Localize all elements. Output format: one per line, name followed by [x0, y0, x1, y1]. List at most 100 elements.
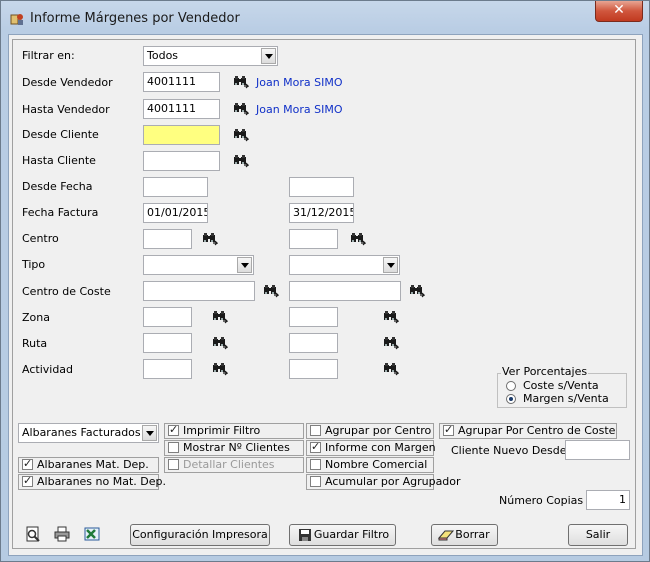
checkbox-icon[interactable]: [310, 440, 321, 454]
checkbox-icon[interactable]: [22, 457, 33, 471]
no-mat-dep-checkbox[interactable]: Albaranes no Mat. Dep.: [18, 474, 166, 490]
informe-margen-label: Informe con Margen: [325, 441, 436, 454]
centro-from-input[interactable]: [143, 229, 192, 249]
margen-venta-radio[interactable]: [506, 394, 516, 404]
acumular-checkbox[interactable]: Acumular por Agrupador: [306, 474, 461, 490]
print-preview-icon[interactable]: [24, 525, 42, 543]
hasta-cliente-input[interactable]: [143, 151, 220, 171]
binoculars-search-icon[interactable]: [212, 362, 228, 376]
desde-vendedor-input[interactable]: 4001111: [143, 72, 220, 92]
acumular-label: Acumular por Agrupador: [325, 475, 461, 488]
printer-icon[interactable]: [53, 525, 71, 543]
imprimir-filtro-checkbox[interactable]: Imprimir Filtro: [164, 423, 304, 439]
zona-to-input[interactable]: [289, 307, 338, 327]
checkbox-icon[interactable]: [443, 423, 454, 437]
cliente-nuevo-input[interactable]: [565, 440, 630, 460]
binoculars-search-icon[interactable]: [350, 232, 366, 246]
hasta-vendedor-input[interactable]: 4001111: [143, 99, 220, 119]
centro-to-input[interactable]: [289, 229, 338, 249]
configuracion-impresora-button[interactable]: Configuración Impresora: [130, 524, 270, 546]
desde-fecha-label: Desde Fecha: [22, 180, 93, 193]
coste-venta-radio[interactable]: [506, 381, 516, 391]
nombre-comercial-checkbox[interactable]: Nombre Comercial: [306, 457, 434, 473]
albaranes-select-value: Albaranes Facturados: [22, 426, 141, 439]
binoculars-search-icon[interactable]: [233, 128, 249, 142]
checkbox-icon[interactable]: [22, 474, 33, 488]
desde-fecha-from-input[interactable]: [143, 177, 208, 197]
mat-dep-checkbox[interactable]: Albaranes Mat. Dep.: [18, 457, 159, 473]
binoculars-search-icon[interactable]: [202, 232, 218, 246]
hasta-vendedor-name: Joan Mora SIMO: [256, 103, 343, 116]
tipo-from-select[interactable]: [143, 255, 254, 275]
checkbox-icon[interactable]: [310, 425, 321, 436]
chevron-down-icon[interactable]: [237, 257, 252, 273]
filter-value: Todos: [147, 49, 179, 62]
borrar-button[interactable]: Borrar: [431, 524, 498, 546]
copias-label: Número Copias: [499, 494, 584, 507]
desde-vendedor-name: Joan Mora SIMO: [256, 76, 343, 89]
ruta-to-input[interactable]: [289, 333, 338, 353]
report-window: Informe Márgenes por Vendedor ✕ Filtrar …: [0, 0, 650, 562]
hasta-cliente-label: Hasta Cliente: [22, 154, 96, 167]
chevron-down-icon[interactable]: [142, 425, 157, 441]
centro-label: Centro: [22, 232, 59, 245]
informe-margen-checkbox[interactable]: Informe con Margen: [306, 440, 436, 456]
fecha-factura-from-input[interactable]: 01/01/2015: [143, 203, 208, 223]
cliente-nuevo-label: Cliente Nuevo Desde: [451, 444, 567, 457]
mostrar-clientes-checkbox[interactable]: Mostrar Nº Clientes: [164, 440, 304, 456]
binoculars-search-icon[interactable]: [383, 336, 399, 350]
nombre-comercial-label: Nombre Comercial: [325, 458, 428, 471]
binoculars-search-icon[interactable]: [263, 284, 279, 298]
albaranes-select[interactable]: Albaranes Facturados: [18, 423, 159, 443]
desde-cliente-input[interactable]: [143, 125, 220, 145]
filter-select[interactable]: Todos: [143, 46, 278, 66]
binoculars-search-icon[interactable]: [233, 75, 249, 89]
zona-label: Zona: [22, 311, 50, 324]
excel-export-icon[interactable]: [83, 525, 101, 543]
binoculars-search-icon[interactable]: [383, 310, 399, 324]
guardar-filtro-label: Guardar Filtro: [313, 528, 390, 541]
checkbox-icon[interactable]: [168, 423, 179, 437]
desde-fecha-to-input[interactable]: [289, 177, 354, 197]
borrar-label: Borrar: [455, 528, 490, 541]
binoculars-search-icon[interactable]: [383, 362, 399, 376]
chevron-down-icon[interactable]: [383, 257, 398, 273]
guardar-filtro-button[interactable]: Guardar Filtro: [289, 524, 396, 546]
agrupar-coste-checkbox[interactable]: Agrupar Por Centro de Coste: [439, 423, 617, 439]
close-button[interactable]: ✕: [595, 1, 643, 22]
eraser-icon: [438, 530, 454, 541]
detallar-clientes-label: Detallar Clientes: [183, 458, 275, 471]
binoculars-search-icon[interactable]: [233, 154, 249, 168]
coste-venta-label: Coste s/Venta: [523, 379, 599, 392]
desde-vendedor-label: Desde Vendedor: [22, 76, 113, 89]
actividad-to-input[interactable]: [289, 359, 338, 379]
binoculars-search-icon[interactable]: [409, 284, 425, 298]
checkbox-icon[interactable]: [168, 459, 179, 470]
agrupar-centro-label: Agrupar por Centro: [325, 424, 432, 437]
copias-input[interactable]: 1: [586, 490, 630, 510]
fecha-factura-to-input[interactable]: 31/12/2015: [289, 203, 354, 223]
centro-coste-to-input[interactable]: [289, 281, 401, 301]
binoculars-search-icon[interactable]: [233, 102, 249, 116]
hasta-vendedor-label: Hasta Vendedor: [22, 103, 110, 116]
detallar-clientes-checkbox[interactable]: Detallar Clientes: [164, 457, 304, 473]
zona-from-input[interactable]: [143, 307, 192, 327]
salir-button[interactable]: Salir: [568, 524, 628, 546]
checkbox-icon[interactable]: [168, 442, 179, 453]
margen-venta-label: Margen s/Venta: [523, 392, 609, 405]
tipo-label: Tipo: [22, 258, 46, 271]
checkbox-icon[interactable]: [310, 459, 321, 470]
agrupar-coste-label: Agrupar Por Centro de Coste: [458, 424, 616, 437]
filter-label: Filtrar en:: [22, 49, 75, 62]
actividad-label: Actividad: [22, 363, 74, 376]
ruta-from-input[interactable]: [143, 333, 192, 353]
binoculars-search-icon[interactable]: [212, 310, 228, 324]
binoculars-search-icon[interactable]: [212, 336, 228, 350]
centro-coste-from-input[interactable]: [143, 281, 255, 301]
checkbox-icon[interactable]: [310, 476, 321, 487]
agrupar-centro-checkbox[interactable]: Agrupar por Centro: [306, 423, 434, 439]
chevron-down-icon[interactable]: [261, 48, 276, 64]
tipo-to-select[interactable]: [289, 255, 400, 275]
floppy-disk-icon: [299, 529, 311, 541]
actividad-from-input[interactable]: [143, 359, 192, 379]
